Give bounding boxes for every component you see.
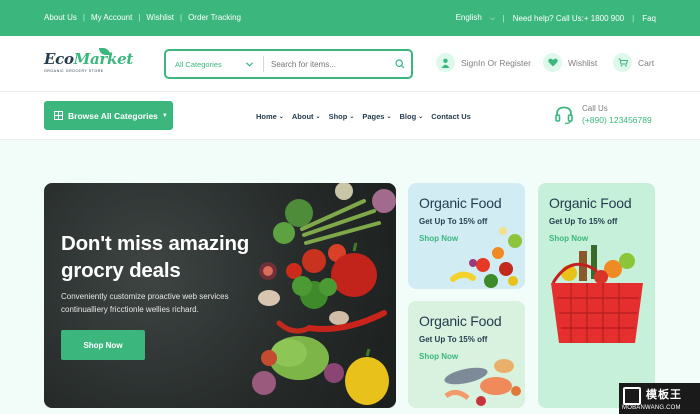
promo-card-1[interactable]: Organic Food Get Up To 15% off Shop Now bbox=[408, 183, 525, 289]
menu-label: Blog bbox=[399, 112, 417, 121]
top-link-wishlist[interactable]: Wishlist bbox=[146, 13, 174, 22]
call-us-text: Call Us (+890) 123456789 bbox=[582, 104, 652, 125]
top-right: English ⌵ | Need help? Call Us:+ 1800 90… bbox=[456, 13, 656, 23]
grocery-basket-image bbox=[551, 245, 643, 343]
headset-icon bbox=[555, 106, 573, 124]
category-select[interactable]: All Categories bbox=[166, 56, 264, 72]
menu-item-about[interactable]: About ⌄ bbox=[292, 112, 321, 121]
cart-icon bbox=[613, 53, 632, 72]
vegetables-image bbox=[252, 183, 396, 405]
chevron-down-icon: ⌄ bbox=[315, 114, 321, 120]
language-select[interactable]: English ⌵ bbox=[456, 13, 495, 23]
watermark-icon bbox=[623, 387, 641, 405]
produce-image bbox=[450, 227, 522, 288]
promo-title: Organic Food bbox=[419, 195, 502, 211]
chevron-down-icon: ⌄ bbox=[349, 114, 355, 120]
logo-tagline: ORGANIC GROCERY STORE bbox=[44, 69, 104, 73]
menu-label: Pages bbox=[362, 112, 385, 121]
promo-card-3[interactable]: Organic Food Get Up To 15% off Shop Now bbox=[538, 183, 655, 408]
menu-label: Shop bbox=[328, 112, 348, 121]
signin-link[interactable]: SignIn Or Register bbox=[436, 53, 531, 72]
top-link-order-tracking[interactable]: Order Tracking bbox=[188, 13, 241, 22]
help-text: Need help? Call Us:+ 1800 900 bbox=[512, 13, 625, 23]
search-input[interactable] bbox=[264, 59, 389, 69]
logo[interactable]: EcoMarket ORGANIC GROCERY STORE bbox=[44, 48, 133, 80]
hero-shop-now-button[interactable]: Shop Now bbox=[61, 330, 145, 360]
main-nav: Browse All Categories ▼ Home ⌄ About ⌄ Sho… bbox=[0, 92, 700, 140]
chevron-down-icon: ⌵ bbox=[490, 16, 495, 22]
heart-icon bbox=[543, 53, 562, 72]
user-icon bbox=[436, 53, 455, 72]
chevron-down-icon: ⌄ bbox=[278, 114, 284, 120]
language-label: English bbox=[455, 13, 482, 22]
hero-description: Conveniently customize proactive web ser… bbox=[61, 292, 229, 314]
grid-icon bbox=[54, 111, 63, 120]
watermark-url: MOBANWANG.COM bbox=[622, 405, 681, 411]
caret-down-icon: ▼ bbox=[161, 112, 168, 119]
promo-subtitle: Get Up To 15% off bbox=[549, 217, 618, 226]
top-bar: About Us | My Account | Wishlist | Order… bbox=[0, 0, 700, 36]
signin-label: SignIn Or Register bbox=[461, 57, 531, 68]
watermark-title: 模板王 bbox=[646, 389, 682, 401]
top-links: About Us | My Account | Wishlist | Order… bbox=[44, 13, 241, 22]
promo-shop-now-link[interactable]: Shop Now bbox=[549, 234, 588, 243]
cart-label: Cart bbox=[638, 57, 655, 68]
top-link-faq[interactable]: Faq bbox=[642, 14, 656, 23]
divider: | bbox=[82, 13, 85, 22]
wishlist-label: Wishlist bbox=[568, 57, 598, 68]
watermark-logo: 模板王 MOBANWANG.COM bbox=[619, 383, 700, 414]
header: EcoMarket ORGANIC GROCERY STORE All Cate… bbox=[0, 36, 700, 92]
promo-title: Organic Food bbox=[549, 195, 632, 211]
divider: | bbox=[632, 13, 635, 23]
menu: Home ⌄ About ⌄ Shop ⌄ Pages ⌄ Blog ⌄ Contact … bbox=[256, 112, 479, 121]
call-us[interactable]: Call Us (+890) 123456789 bbox=[554, 104, 652, 125]
menu-item-shop[interactable]: Shop ⌄ bbox=[329, 112, 355, 121]
chevron-down-icon: ⌄ bbox=[418, 114, 424, 120]
menu-label: Home bbox=[256, 112, 277, 121]
divider: | bbox=[502, 13, 505, 23]
hero-title: Don't miss amazing grocry deals bbox=[61, 232, 250, 282]
chevron-down-icon: ⌄ bbox=[386, 114, 392, 120]
call-us-label: Call Us bbox=[582, 104, 608, 113]
menu-item-contact[interactable]: Contact Us bbox=[431, 112, 471, 121]
seafood-image bbox=[444, 359, 521, 406]
chevron-down-icon bbox=[246, 61, 253, 67]
wishlist-link[interactable]: Wishlist bbox=[543, 53, 597, 72]
search-icon[interactable] bbox=[389, 59, 411, 69]
divider: | bbox=[179, 13, 183, 22]
main-section: Don't miss amazing grocry deals Convenien… bbox=[0, 140, 700, 414]
divider: | bbox=[138, 13, 141, 22]
category-label: All Categories bbox=[175, 59, 222, 69]
menu-item-home[interactable]: Home ⌄ bbox=[256, 112, 284, 121]
menu-label: About bbox=[291, 112, 314, 121]
browse-label: Browse All Categories bbox=[68, 110, 158, 121]
cart-link[interactable]: Cart bbox=[613, 53, 654, 72]
top-link-account[interactable]: My Account bbox=[91, 13, 132, 22]
promo-subtitle: Get Up To 15% off bbox=[419, 335, 488, 344]
search-bar: All Categories bbox=[164, 49, 413, 79]
promo-title: Organic Food bbox=[419, 313, 502, 329]
menu-item-blog[interactable]: Blog ⌄ bbox=[400, 112, 424, 121]
call-us-phone: (+890) 123456789 bbox=[582, 115, 652, 125]
top-link-about[interactable]: About Us bbox=[44, 13, 77, 22]
hero-banner: Don't miss amazing grocry deals Convenien… bbox=[44, 183, 396, 408]
menu-item-pages[interactable]: Pages ⌄ bbox=[362, 112, 391, 121]
promo-card-2[interactable]: Organic Food Get Up To 15% off Shop Now bbox=[408, 301, 525, 408]
browse-categories-button[interactable]: Browse All Categories ▼ bbox=[44, 101, 173, 130]
